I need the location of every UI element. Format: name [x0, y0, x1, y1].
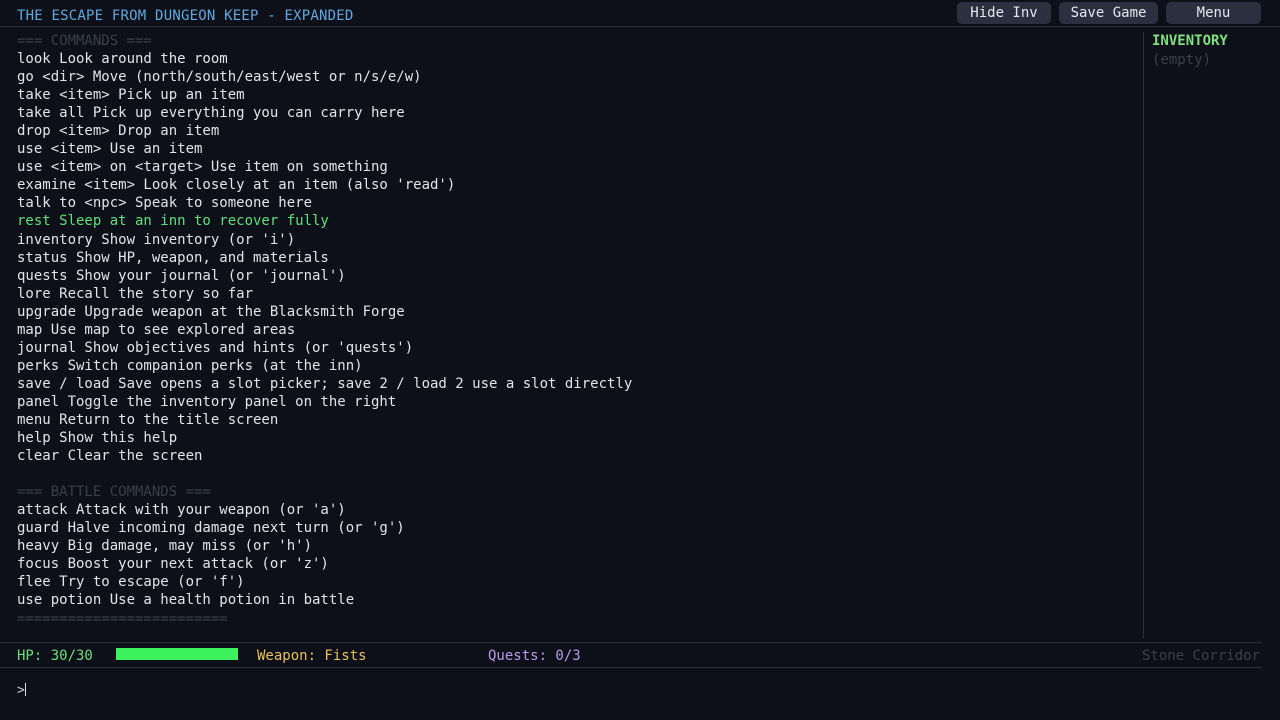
hp-bar — [116, 648, 238, 660]
log-line: talk to <npc> Speak to someone here — [17, 195, 313, 212]
inventory-divider — [1143, 32, 1144, 638]
log-line: go <dir> Move (north/south/east/west or … — [17, 69, 422, 86]
log-line: guard Halve incoming damage next turn (o… — [17, 520, 405, 537]
text-cursor — [24, 683, 26, 696]
inventory-empty-text: (empty) — [1152, 52, 1212, 68]
location-label: Stone Corridor — [1141, 648, 1260, 664]
command-input[interactable] — [30, 679, 1234, 701]
weapon-label: Weapon: Fists — [257, 648, 367, 664]
log-line: save / load Save opens a slot picker; sa… — [17, 375, 633, 392]
log-line: quests Show your journal (or 'journal') — [17, 267, 346, 284]
log-line: panel Toggle the inventory panel on the … — [17, 393, 397, 410]
command-prompt: > — [17, 683, 26, 698]
log-line: map Use map to see explored areas — [17, 321, 296, 338]
log-line: status Show HP, weapon, and materials — [17, 249, 329, 266]
log-line: heavy Big damage, may miss (or 'h') — [17, 538, 313, 555]
save-game-button[interactable]: Save Game — [1059, 2, 1158, 24]
log-line: look Look around the room — [17, 51, 228, 68]
log-line: clear Clear the screen — [17, 448, 203, 465]
log-line: inventory Show inventory (or 'i') — [17, 231, 296, 248]
prompt-symbol: > — [17, 683, 25, 698]
log-line: rest Sleep at an inn to recover fully — [17, 213, 329, 230]
log-line: upgrade Upgrade weapon at the Blacksmith… — [17, 303, 405, 320]
log-line: take <item> Pick up an item — [17, 87, 245, 104]
log-line: take all Pick up everything you can carr… — [17, 105, 405, 122]
game-screen: THE ESCAPE FROM DUNGEON KEEP - EXPANDED … — [0, 0, 1280, 720]
log-line: use <item> on <target> Use item on somet… — [17, 159, 388, 176]
log-line: help Show this help — [17, 430, 178, 447]
log-line: attack Attack with your weapon (or 'a') — [17, 502, 346, 519]
log-section-header: === COMMANDS === — [17, 33, 152, 49]
log-line: focus Boost your next attack (or 'z') — [17, 556, 329, 573]
output-log: === COMMANDS === look Look around the roo… — [17, 32, 1137, 628]
log-line: use <item> Use an item — [17, 141, 203, 158]
hide-inventory-button[interactable]: Hide Inv — [957, 2, 1051, 24]
title-bar: THE ESCAPE FROM DUNGEON KEEP - EXPANDED … — [0, 0, 1280, 27]
log-line: drop <item> Drop an item — [17, 123, 220, 140]
log-line: menu Return to the title screen — [17, 411, 279, 428]
log-line: use potion Use a health potion in battle — [17, 592, 355, 609]
hp-label: HP: 30/30 — [17, 648, 93, 664]
hp-bar-fill — [116, 648, 238, 660]
menu-button[interactable]: Menu — [1166, 2, 1261, 24]
log-section-header: === BATTLE COMMANDS === — [17, 484, 211, 501]
log-section-header: ========================= — [17, 610, 228, 627]
log-line: lore Recall the story so far — [17, 285, 254, 302]
status-bar: HP: 30/30 Weapon: Fists Quests: 0/3 Ston… — [0, 642, 1262, 668]
game-title: THE ESCAPE FROM DUNGEON KEEP - EXPANDED — [17, 8, 354, 24]
log-line: journal Show objectives and hints (or 'q… — [17, 339, 414, 356]
log-line: flee Try to escape (or 'f') — [17, 574, 245, 591]
quests-label: Quests: 0/3 — [488, 648, 581, 664]
log-line: perks Switch companion perks (at the inn… — [17, 357, 363, 374]
log-line: examine <item> Look closely at an item (… — [17, 177, 456, 194]
inventory-title: INVENTORY — [1152, 33, 1228, 49]
